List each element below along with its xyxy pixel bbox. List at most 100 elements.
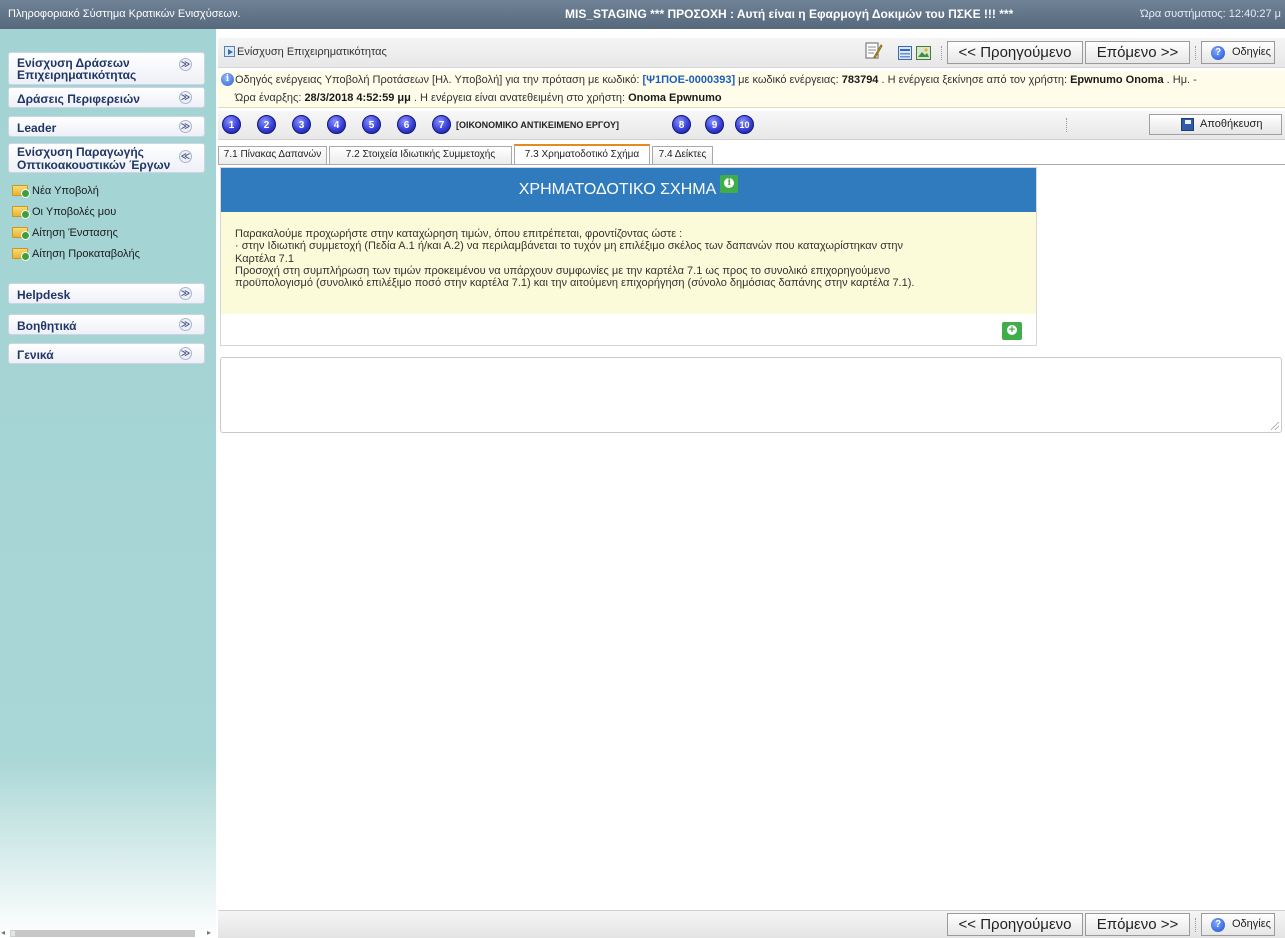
- previous-button[interactable]: << Προηγούμενο: [947, 913, 1083, 936]
- section-label-line2: Οπτικοακουστικών Έργων: [17, 158, 171, 172]
- action-info-bar: i Οδηγός ενέργειας Υποβολή Προτάσεων [Ηλ…: [218, 71, 1285, 108]
- note-line: Παρακαλούμε προχωρήστε στην καταχώρηση τ…: [235, 228, 683, 240]
- folder-add-icon: [12, 227, 30, 240]
- scrollbar-thumb[interactable]: [15, 930, 195, 937]
- tab-expenses-table[interactable]: 7.1 Πίνακας Δαπανών: [218, 146, 327, 164]
- note-line: προϋπολογισμό (συνολικό επιλέξιμο ποσό σ…: [235, 277, 915, 290]
- toolbar-separator: [1195, 918, 1196, 932]
- starting-user: Epwnumo Onoma: [1070, 74, 1164, 86]
- sidebar-item-label: Αίτηση Ένστασης: [32, 227, 118, 239]
- help-label: Οδηγίες: [1232, 918, 1271, 930]
- navigate-icon: [224, 46, 235, 57]
- top-banner: Πληροφοριακό Σύστημα Κρατικών Ενισχύσεων…: [0, 0, 1285, 29]
- next-button[interactable]: Επόμενο >>: [1085, 41, 1190, 64]
- step-1-button[interactable]: 1: [222, 115, 241, 134]
- chevron-down-icon[interactable]: ≫: [179, 120, 192, 133]
- section-label-line1: Ενίσχυση Παραγωγής: [17, 145, 144, 159]
- sidebar-horizontal-scrollbar[interactable]: ◂ ▸: [0, 908, 216, 938]
- sidebar-item-label: Οι Υποβολές μου: [32, 206, 117, 218]
- sidebar-item-advance-payment[interactable]: Αίτηση Προκαταβολής: [12, 248, 140, 262]
- chevron-down-icon[interactable]: ≫: [179, 91, 192, 104]
- info-line-2: Ώρα έναρξης: 28/3/2018 4:52:59 μμ . Η εν…: [235, 92, 722, 104]
- sidebar-section-general[interactable]: Γενικά ≫: [8, 343, 205, 364]
- save-button[interactable]: Αποθήκευση: [1149, 114, 1282, 135]
- system-clock: Ώρα συστήματος: 12:40:27 μ: [1140, 8, 1281, 20]
- panel-title: ΧΡΗΜΑΤΟΔΟΤΙΚΟ ΣΧΗΜΑ: [518, 181, 717, 198]
- breadcrumb-label: Ενίσχυση Επιχειρηματικότητας: [237, 46, 387, 58]
- toolbar-separator: [941, 46, 942, 60]
- note-line: Προσοχή στη συμπλήρωση των τιμών προκειμ…: [235, 264, 891, 277]
- toolbar-separator: [1195, 46, 1196, 60]
- step-7-button[interactable]: 7: [432, 115, 451, 134]
- folder-add-icon: [12, 248, 30, 261]
- previous-button[interactable]: << Προηγούμενο: [947, 41, 1083, 64]
- sidebar-item-objection[interactable]: Αίτηση Ένστασης: [12, 227, 118, 241]
- sidebar-section-leader[interactable]: Leader ≫: [8, 116, 205, 137]
- chevron-down-icon[interactable]: ≫: [179, 58, 192, 71]
- info-icon: i: [221, 73, 234, 86]
- step-10-button[interactable]: 10: [735, 115, 754, 134]
- section-label: Leader: [17, 121, 57, 135]
- chevron-down-icon[interactable]: ≫: [179, 287, 192, 300]
- resize-grip-icon[interactable]: [1271, 422, 1279, 430]
- section-label: Βοηθητικά: [17, 319, 77, 333]
- section-label: Γενικά: [17, 348, 54, 362]
- folder-add-icon: [12, 185, 30, 198]
- sidebar-section-audiovisual[interactable]: Ενίσχυση Παραγωγής Οπτικοακουστικών Έργω…: [8, 143, 205, 173]
- chevron-up-icon[interactable]: ≪: [179, 150, 192, 163]
- help-icon: ?: [1211, 918, 1225, 932]
- step-2-button[interactable]: 2: [257, 115, 276, 134]
- panel-header: ΧΡΗΜΑΤΟΔΟΤΙΚΟ ΣΧΗΜΑ: [221, 168, 1036, 212]
- help-label: Οδηγίες: [1232, 46, 1271, 58]
- wizard-steps-bar: 1 2 3 4 5 6 7 [ΟΙΚΟΝΟΜΙΚΟ ΑΝΤΙΚΕΙΜΕΝΟ ΕΡ…: [218, 111, 1285, 140]
- step-4-button[interactable]: 4: [327, 115, 346, 134]
- save-label: Αποθήκευση: [1200, 118, 1263, 130]
- section-label: Δράσεις Περιφερειών: [17, 92, 140, 106]
- step-8-button[interactable]: 8: [672, 115, 691, 134]
- tab-financing-scheme[interactable]: 7.3 Χρηματοδοτικό Σχήμα: [514, 144, 650, 165]
- add-row-button[interactable]: [1002, 322, 1022, 340]
- start-time: 28/3/2018 4:52:59 μμ: [304, 92, 411, 104]
- instructions-note: Παρακαλούμε προχωρήστε στην καταχώρηση τ…: [221, 212, 1036, 314]
- step-6-button[interactable]: 6: [397, 115, 416, 134]
- help-icon: ?: [1211, 46, 1225, 60]
- chevron-down-icon[interactable]: ≫: [179, 347, 192, 360]
- breadcrumb[interactable]: Ενίσχυση Επιχειρηματικότητας: [224, 46, 387, 58]
- help-button[interactable]: ? Οδηγίες: [1201, 41, 1275, 64]
- sidebar-item-label: Αίτηση Προκαταβολής: [32, 248, 140, 260]
- comments-textarea[interactable]: [220, 357, 1282, 433]
- image-icon[interactable]: [916, 46, 931, 63]
- bottom-navigation-bar: << Προηγούμενο Επόμενο >> ? Οδηγίες: [218, 910, 1285, 938]
- sidebar-item-new-submission[interactable]: Νέα Υποβολή: [12, 185, 99, 199]
- sidebar-section-business-actions[interactable]: Ενίσχυση Δράσεων Επιχειρηματικότητας ≫: [8, 52, 205, 85]
- sidebar-section-helpdesk[interactable]: Helpdesk ≫: [8, 283, 205, 304]
- scroll-right-arrow-icon[interactable]: ▸: [207, 928, 211, 937]
- form-icon[interactable]: [898, 46, 912, 63]
- sidebar-section-auxiliary[interactable]: Βοηθητικά ≫: [8, 314, 205, 335]
- step-3-button[interactable]: 3: [292, 115, 311, 134]
- note-line: · στην Ιδιωτική συμμετοχή (Πεδία Α.1 ή/κ…: [235, 240, 903, 253]
- sidebar-item-my-submissions[interactable]: Οι Υποβολές μου: [12, 206, 116, 220]
- main-toolbar: Ενίσχυση Επιχειρηματικότητας << Προηγούμ…: [218, 38, 1285, 68]
- sidebar-item-label: Νέα Υποβολή: [32, 185, 99, 197]
- financing-scheme-panel: ΧΡΗΜΑΤΟΔΟΤΙΚΟ ΣΧΗΜΑ Παρακαλούμε προχωρήσ…: [220, 167, 1037, 346]
- sidebar-section-regional-actions[interactable]: Δράσεις Περιφερειών ≫: [8, 87, 205, 108]
- scroll-left-arrow-icon[interactable]: ◂: [1, 928, 5, 937]
- assigned-user: Onoma Epwnumo: [628, 92, 722, 104]
- chevron-down-icon[interactable]: ≫: [179, 318, 192, 331]
- step-9-button[interactable]: 9: [705, 115, 724, 134]
- action-code: 783794: [841, 74, 879, 86]
- proposal-code: [Ψ1ΠΟΕ-0000393]: [642, 74, 736, 86]
- tab-indicators[interactable]: 7.4 Δείκτες: [652, 146, 713, 164]
- info-icon[interactable]: [720, 175, 739, 193]
- info-line-1: Οδηγός ενέργειας Υποβολή Προτάσεων [Ηλ. …: [235, 74, 1197, 86]
- tab-private-participation[interactable]: 7.2 Στοιχεία Ιδιωτικής Συμμετοχής: [329, 146, 512, 164]
- step-5-button[interactable]: 5: [362, 115, 381, 134]
- staging-warning: MIS_STAGING *** ΠΡΟΣΟΧΗ : Αυτή είναι η Ε…: [565, 7, 1014, 21]
- help-button[interactable]: ? Οδηγίες: [1201, 913, 1275, 936]
- notes-icon[interactable]: [865, 41, 883, 64]
- current-step-label: [ΟΙΚΟΝΟΜΙΚΟ ΑΝΤΙΚΕΙΜΕΝΟ ΕΡΓΟΥ]: [456, 120, 620, 130]
- system-name: Πληροφοριακό Σύστημα Κρατικών Ενισχύσεων…: [8, 8, 241, 20]
- folder-add-icon: [12, 206, 30, 219]
- next-button[interactable]: Επόμενο >>: [1085, 913, 1190, 936]
